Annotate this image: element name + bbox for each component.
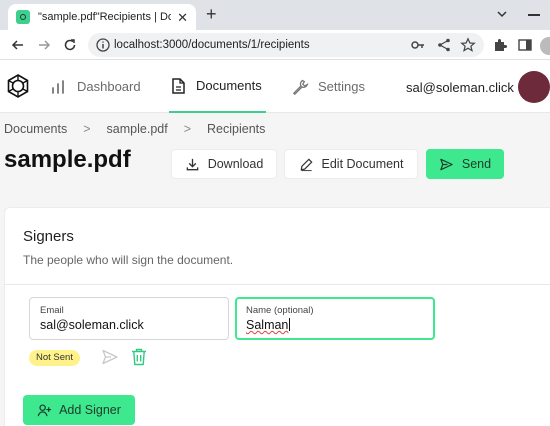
text-caret — [289, 318, 291, 331]
breadcrumb-separator: > — [183, 122, 192, 136]
edit-document-button[interactable]: Edit Document — [284, 149, 418, 179]
app-logo-icon[interactable] — [5, 73, 31, 99]
user-email[interactable]: sal@soleman.click — [406, 80, 514, 95]
nav-documents[interactable]: Documents — [169, 60, 266, 113]
send-label: Send — [461, 157, 492, 171]
email-field-value: sal@soleman.click — [40, 318, 144, 332]
reload-icon[interactable] — [62, 37, 78, 53]
browser-tab[interactable]: "sample.pdf"Recipients | Docu ✕ — [8, 4, 196, 30]
browser-toolbar: localhost:3000/documents/1/recipients — [0, 30, 550, 60]
breadcrumb-recipients: Recipients — [207, 122, 266, 136]
breadcrumb-document[interactable]: sample.pdf — [107, 122, 168, 136]
signers-title: Signers — [23, 228, 74, 245]
nav-documents-label: Documents — [196, 78, 262, 93]
download-icon — [186, 158, 199, 170]
forward-arrow-icon[interactable] — [36, 37, 52, 53]
browser-profile-avatar[interactable] — [540, 37, 550, 55]
address-bar[interactable]: localhost:3000/documents/1/recipients — [88, 33, 484, 57]
user-avatar[interactable] — [518, 71, 550, 103]
name-field[interactable]: Name (optional) Salman — [235, 297, 435, 340]
edit-document-label: Edit Document — [321, 157, 404, 171]
edit-pencil-icon — [300, 157, 313, 171]
add-user-icon — [37, 403, 52, 416]
browser-tab-strip: "sample.pdf"Recipients | Docu ✕ + — [0, 0, 550, 30]
bookmark-star-icon[interactable] — [460, 37, 476, 53]
send-to-signer-icon[interactable] — [101, 348, 119, 366]
app-header: Dashboard Documents Settings sal@soleman… — [0, 60, 550, 113]
download-label: Download — [207, 157, 264, 171]
window-minimize-icon[interactable] — [528, 14, 540, 16]
email-field[interactable]: Email sal@soleman.click — [29, 297, 229, 340]
site-info-icon[interactable] — [95, 37, 111, 53]
name-field-value-wrap: Salman — [246, 318, 424, 332]
extensions-puzzle-icon[interactable] — [492, 37, 508, 53]
nav-settings[interactable]: Settings — [291, 60, 365, 113]
page-title: sample.pdf — [4, 146, 131, 173]
download-button[interactable]: Download — [171, 149, 277, 179]
breadcrumb-documents[interactable]: Documents — [4, 122, 67, 136]
nav-dashboard-label: Dashboard — [77, 79, 141, 94]
delete-signer-trash-icon[interactable] — [130, 347, 148, 367]
send-icon — [440, 158, 453, 170]
name-field-value: Salman — [246, 318, 289, 332]
tab-title: "sample.pdf"Recipients | Docu — [38, 11, 172, 23]
back-arrow-icon[interactable] — [10, 37, 26, 53]
card-divider — [4, 284, 550, 285]
signers-subtitle: The people who will sign the document. — [23, 253, 234, 267]
side-panel-icon[interactable] — [517, 37, 533, 53]
status-badge: Not Sent — [29, 350, 80, 366]
share-icon[interactable] — [436, 37, 452, 53]
breadcrumb-separator: > — [83, 122, 91, 136]
wrench-icon — [292, 79, 309, 95]
add-signer-button[interactable]: Add Signer — [23, 395, 135, 425]
nav-dashboard[interactable]: Dashboard — [50, 60, 141, 113]
bar-chart-icon — [52, 79, 64, 94]
tab-close-icon[interactable]: ✕ — [177, 11, 188, 24]
url-text: localhost:3000/documents/1/recipients — [114, 39, 310, 51]
nav-settings-label: Settings — [318, 79, 365, 94]
document-icon — [172, 77, 185, 94]
favicon-icon — [16, 10, 30, 24]
name-field-label: Name (optional) — [246, 305, 314, 316]
add-signer-label: Add Signer — [59, 403, 121, 417]
tab-search-chevron-icon[interactable] — [496, 8, 508, 20]
email-field-label: Email — [40, 305, 64, 316]
key-icon[interactable] — [410, 37, 426, 53]
send-button[interactable]: Send — [426, 149, 504, 179]
new-tab-button[interactable]: + — [206, 5, 217, 23]
breadcrumb: Documents > sample.pdf > Recipients — [4, 122, 265, 136]
